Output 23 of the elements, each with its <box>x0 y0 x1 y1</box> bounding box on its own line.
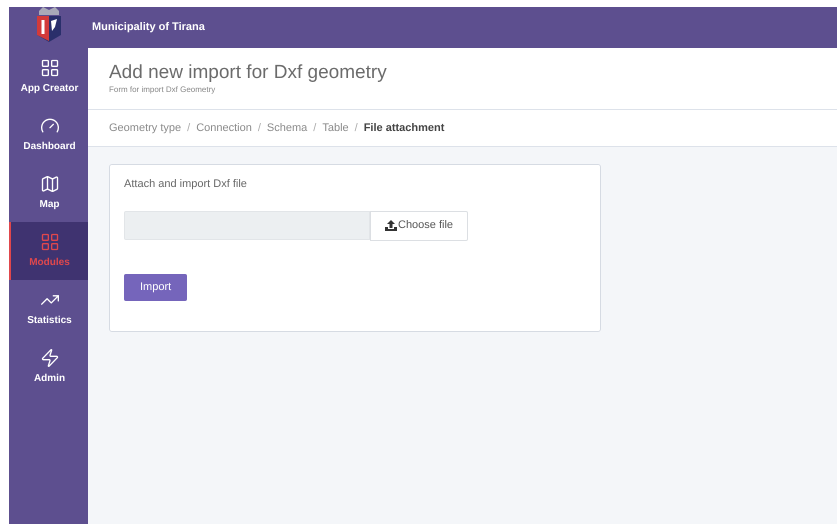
page-title: Add new import for Dxf geometry <box>109 60 388 84</box>
breadcrumb-item[interactable]: File attachment <box>364 120 444 136</box>
page-subtitle: Form for import Dxf Geometry <box>109 84 216 96</box>
file-input-field[interactable] <box>124 210 370 240</box>
sidebar-item[interactable]: Admin <box>9 338 88 396</box>
breadcrumb-separator: / <box>258 120 261 136</box>
sidebar-item[interactable]: Map <box>9 164 88 222</box>
lightning-icon <box>40 348 60 368</box>
form-title: Attach and import Dxf file <box>124 177 248 192</box>
map-icon <box>40 174 60 194</box>
breadcrumb-separator: / <box>313 120 316 136</box>
breadcrumb-separator: / <box>354 120 358 136</box>
sidebar-item[interactable]: App Creator <box>9 48 88 106</box>
app-title: Municipality of Tirana <box>92 20 205 36</box>
sidebar-item[interactable]: Statistics <box>9 280 88 338</box>
grid-icon <box>40 58 60 78</box>
coat-of-arms-logo <box>34 4 62 42</box>
sidebar-item[interactable]: Dashboard <box>9 106 88 164</box>
import-button[interactable]: Import <box>124 274 188 300</box>
grid-icon <box>40 232 60 252</box>
choose-file-button[interactable]: Choose file <box>370 210 468 240</box>
breadcrumb-separator: / <box>187 120 190 136</box>
upload-icon <box>385 220 397 231</box>
